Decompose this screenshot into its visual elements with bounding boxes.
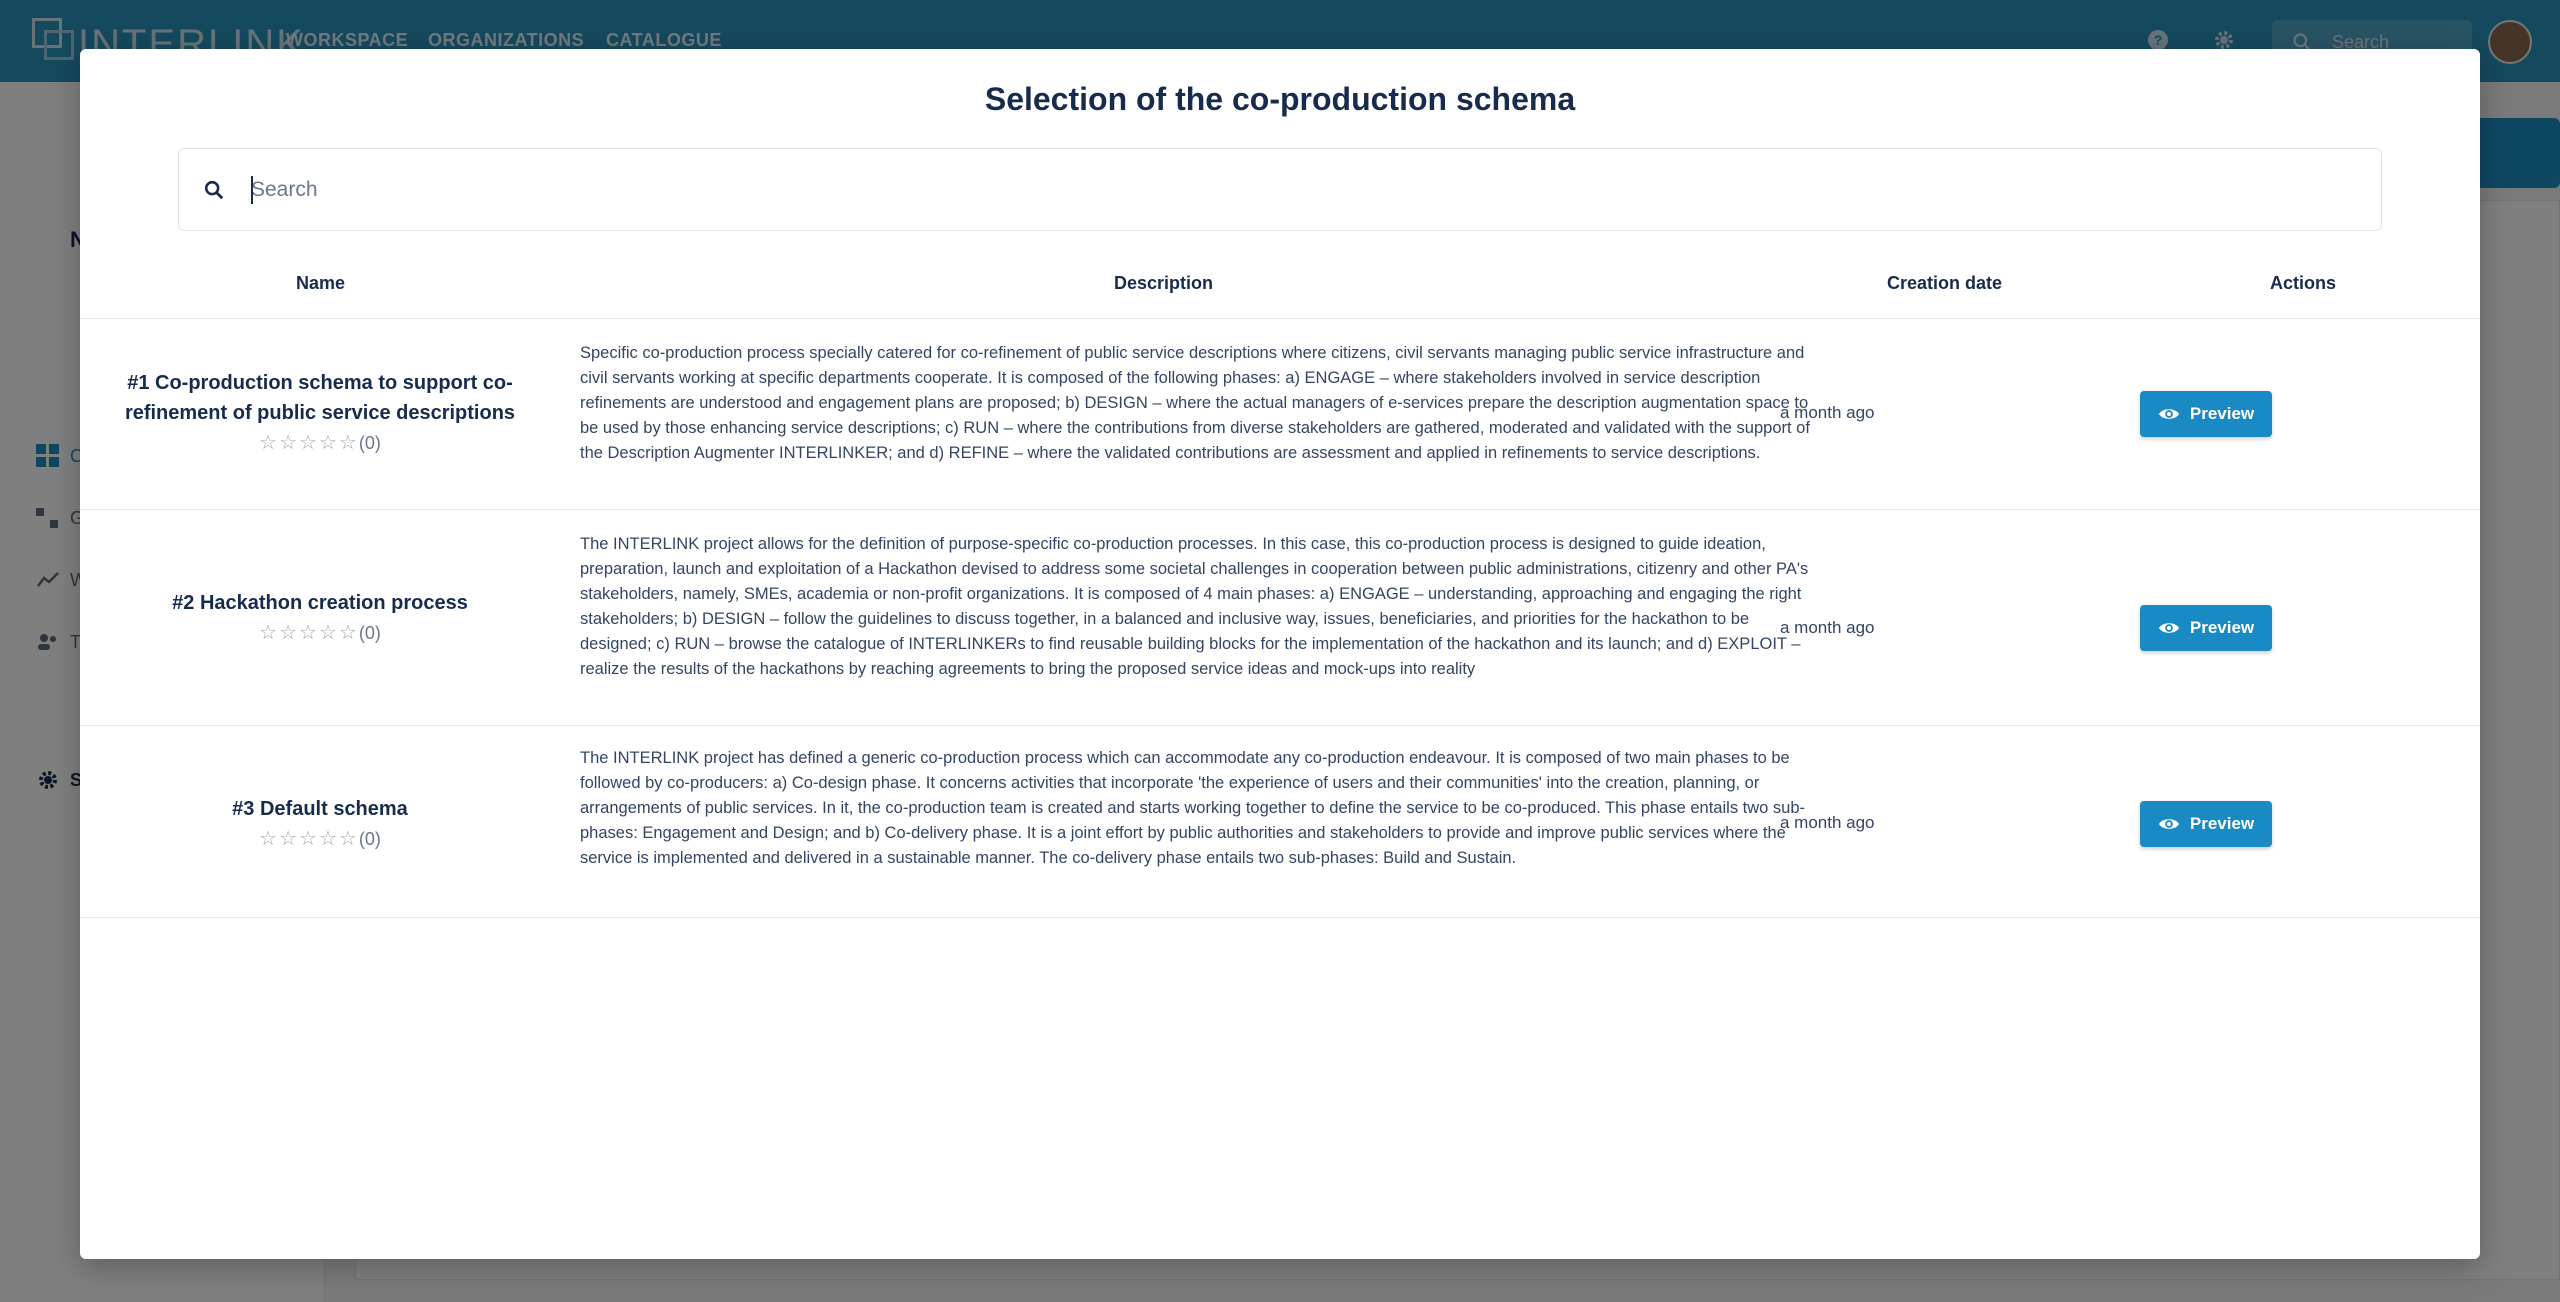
star-icon[interactable]: ☆ bbox=[259, 430, 277, 455]
dialog-title: Selection of the co-production schema bbox=[984, 81, 1576, 117]
column-header-creation-date[interactable]: Creation date bbox=[1887, 273, 2002, 294]
preview-button[interactable]: Preview bbox=[2140, 391, 2272, 437]
preview-label: Preview bbox=[2189, 618, 2255, 637]
row-divider bbox=[80, 917, 2480, 918]
star-icon[interactable]: ☆ bbox=[299, 430, 317, 455]
rating: ☆ ☆ ☆ ☆ ☆ (0) bbox=[120, 620, 520, 645]
text-caret bbox=[251, 176, 253, 204]
schema-name-cell: #2 Hackathon creation process ☆ ☆ ☆ ☆ ☆ (0) bbox=[120, 588, 520, 645]
schema-name-cell: #1 Co-production schema to support co-re… bbox=[120, 368, 520, 455]
star-icon[interactable]: ☆ bbox=[279, 826, 297, 851]
schema-name[interactable]: #3 Default schema bbox=[120, 794, 520, 824]
preview-button[interactable]: Preview bbox=[2140, 605, 2272, 651]
eye-icon bbox=[2158, 623, 2179, 633]
rating-count: (0) bbox=[358, 829, 381, 849]
schema-description: The INTERLINK project has defined a gene… bbox=[580, 749, 1806, 867]
star-icon[interactable]: ☆ bbox=[259, 620, 277, 645]
schema-description: The INTERLINK project allows for the def… bbox=[580, 535, 1809, 678]
preview-label: Preview bbox=[2189, 404, 2255, 423]
star-icon[interactable]: ☆ bbox=[319, 430, 337, 455]
schema-name-cell: #3 Default schema ☆ ☆ ☆ ☆ ☆ (0) bbox=[120, 794, 520, 851]
star-icon[interactable]: ☆ bbox=[259, 826, 277, 851]
creation-date: a month ago bbox=[1780, 403, 1875, 422]
column-header-description[interactable]: Description bbox=[1114, 273, 1213, 294]
star-icon[interactable]: ☆ bbox=[319, 826, 337, 851]
star-icon[interactable]: ☆ bbox=[319, 620, 337, 645]
column-header-name[interactable]: Name bbox=[296, 273, 345, 294]
rating-count: (0) bbox=[358, 623, 381, 643]
creation-date: a month ago bbox=[1780, 618, 1875, 637]
star-icon[interactable]: ☆ bbox=[279, 430, 297, 455]
preview-button[interactable]: Preview bbox=[2140, 801, 2272, 847]
preview-label: Preview bbox=[2189, 814, 2255, 833]
star-icon[interactable]: ☆ bbox=[299, 826, 317, 851]
rating-count: (0) bbox=[358, 433, 381, 453]
star-icon[interactable]: ☆ bbox=[339, 826, 357, 851]
star-icon[interactable]: ☆ bbox=[339, 430, 357, 455]
schema-search-box[interactable] bbox=[178, 148, 2382, 231]
schema-description: Specific co-production process specially… bbox=[580, 344, 1810, 462]
table-row[interactable]: #1 Co-production schema to support co-re… bbox=[80, 319, 2480, 509]
column-header-actions: Actions bbox=[2270, 273, 2337, 293]
star-icon[interactable]: ☆ bbox=[299, 620, 317, 645]
rating: ☆ ☆ ☆ ☆ ☆ (0) bbox=[120, 430, 520, 455]
eye-icon bbox=[2158, 409, 2179, 419]
schema-selection-dialog: Selection of the co-production schema Na… bbox=[80, 49, 2480, 1259]
star-icon[interactable]: ☆ bbox=[339, 620, 357, 645]
search-icon bbox=[204, 180, 224, 200]
creation-date: a month ago bbox=[1780, 813, 1875, 832]
schema-search-input[interactable] bbox=[251, 167, 2351, 213]
table-row[interactable]: #2 Hackathon creation process ☆ ☆ ☆ ☆ ☆ (0) T… bbox=[80, 510, 2480, 725]
rating: ☆ ☆ ☆ ☆ ☆ (0) bbox=[120, 826, 520, 851]
table-row[interactable]: #3 Default schema ☆ ☆ ☆ ☆ ☆ (0) The INTERLINK… bbox=[80, 726, 2480, 916]
schema-name[interactable]: #2 Hackathon creation process bbox=[120, 588, 520, 618]
star-icon[interactable]: ☆ bbox=[279, 620, 297, 645]
eye-icon bbox=[2158, 819, 2179, 829]
schema-name[interactable]: #1 Co-production schema to support co-re… bbox=[120, 368, 520, 428]
